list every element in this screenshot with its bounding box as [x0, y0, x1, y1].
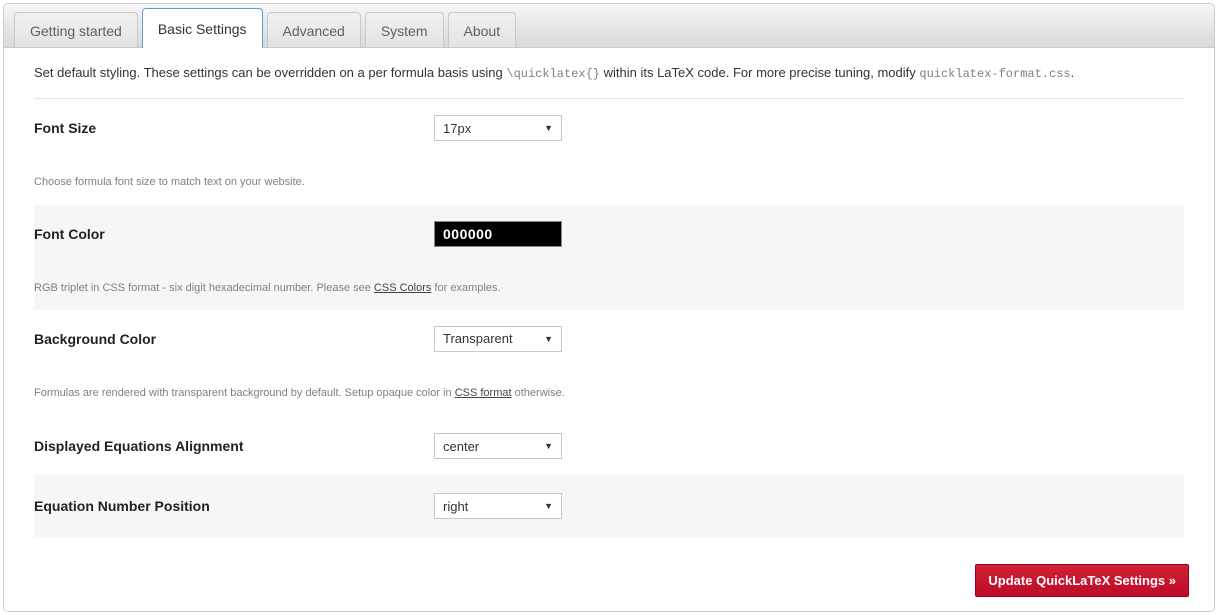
label-alignment: Displayed Equations Alignment — [34, 438, 434, 454]
chevron-down-icon: ▼ — [544, 334, 553, 344]
tab-body: Set default styling. These settings can … — [4, 48, 1214, 552]
update-settings-button[interactable]: Update QuickLaTeX Settings » — [975, 564, 1189, 597]
tab-about[interactable]: About — [448, 12, 517, 47]
intro-code-b: quicklatex-format.css — [919, 67, 1070, 81]
row-numpos: Equation Number Position right ▼ — [34, 475, 1184, 537]
input-font-color[interactable] — [434, 221, 562, 247]
submit-bar: Update QuickLaTeX Settings » — [4, 552, 1214, 611]
chevron-down-icon: ▼ — [544, 501, 553, 511]
row-bg-color: Background Color Transparent ▼ Formulas … — [34, 310, 1184, 415]
intro-part-b: within its LaTeX code. For more precise … — [600, 65, 919, 80]
select-bg-color-value: Transparent — [443, 331, 513, 346]
intro-code-a: \quicklatex{} — [506, 67, 600, 81]
help-font-color-b: for examples. — [431, 282, 500, 294]
tab-strip: Getting started Basic Settings Advanced … — [4, 4, 1214, 48]
intro-part-c: . — [1071, 65, 1075, 80]
intro-text: Set default styling. These settings can … — [34, 63, 1184, 84]
row-font-size: Font Size 17px ▼ Choose formula font siz… — [34, 99, 1184, 204]
select-alignment-value: center — [443, 439, 479, 454]
tab-getting-started[interactable]: Getting started — [14, 12, 138, 47]
select-bg-color[interactable]: Transparent ▼ — [434, 326, 562, 352]
select-font-size[interactable]: 17px ▼ — [434, 115, 562, 141]
tab-basic-settings[interactable]: Basic Settings — [142, 8, 263, 48]
select-numpos-value: right — [443, 499, 468, 514]
row-alignment: Displayed Equations Alignment center ▼ — [34, 415, 1184, 475]
label-font-size: Font Size — [34, 120, 434, 136]
help-bg-color-a: Formulas are rendered with transparent b… — [34, 387, 455, 399]
chevron-down-icon: ▼ — [544, 123, 553, 133]
help-font-size: Choose formula font size to match text o… — [34, 175, 1174, 190]
select-font-size-value: 17px — [443, 121, 471, 136]
tab-advanced[interactable]: Advanced — [267, 12, 361, 47]
help-bg-color: Formulas are rendered with transparent b… — [34, 386, 1174, 401]
settings-panel: Getting started Basic Settings Advanced … — [3, 3, 1215, 612]
select-numpos[interactable]: right ▼ — [434, 493, 562, 519]
chevron-down-icon: ▼ — [544, 441, 553, 451]
label-numpos: Equation Number Position — [34, 498, 434, 514]
intro-part-a: Set default styling. These settings can … — [34, 65, 506, 80]
row-font-color: Font Color RGB triplet in CSS format - s… — [34, 205, 1184, 310]
label-font-color: Font Color — [34, 226, 434, 242]
select-alignment[interactable]: center ▼ — [434, 433, 562, 459]
help-bg-color-b: otherwise. — [512, 387, 565, 399]
label-bg-color: Background Color — [34, 331, 434, 347]
link-css-format[interactable]: CSS format — [455, 387, 512, 399]
help-font-color-a: RGB triplet in CSS format - six digit he… — [34, 282, 374, 294]
tab-system[interactable]: System — [365, 12, 444, 47]
link-css-colors[interactable]: CSS Colors — [374, 282, 431, 294]
help-font-color: RGB triplet in CSS format - six digit he… — [34, 281, 1174, 296]
